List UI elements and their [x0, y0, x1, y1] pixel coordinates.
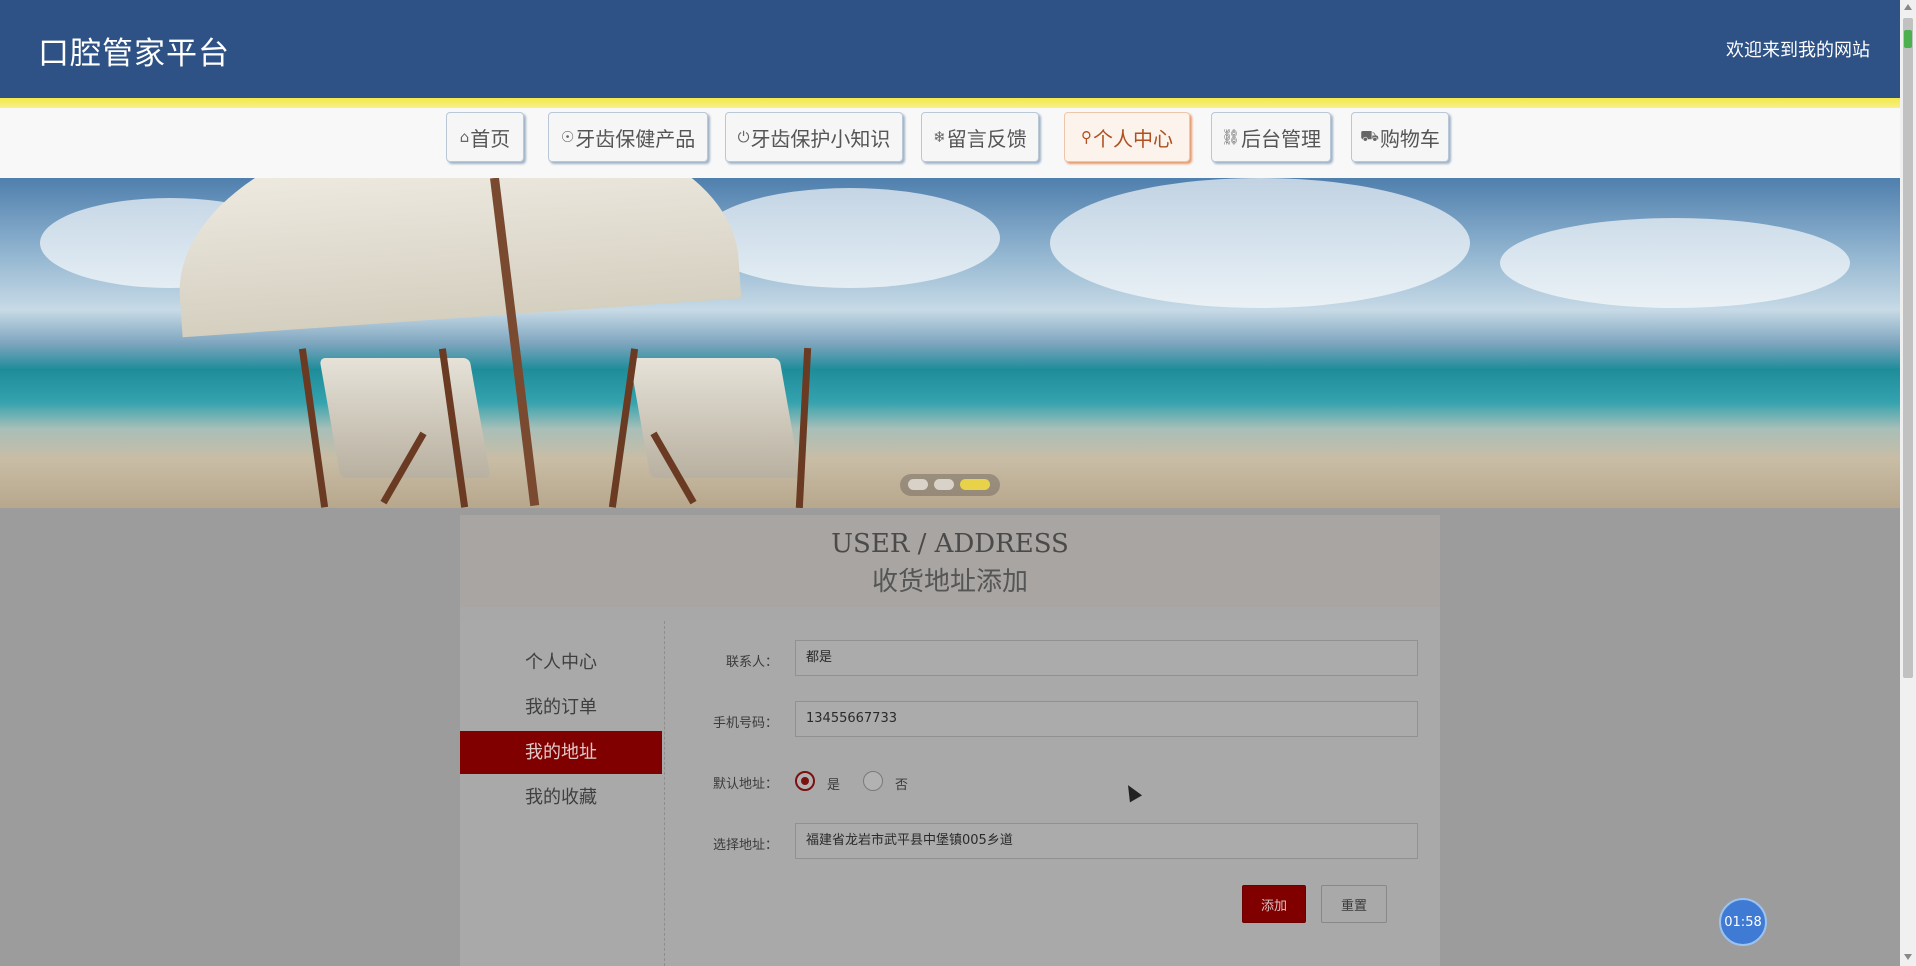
nav-cart[interactable]: ⛟ 购物车 [1351, 112, 1449, 162]
reset-button[interactable]: 重置 [1321, 885, 1387, 923]
sidebar-item-user-center[interactable]: 个人中心 [460, 641, 662, 684]
header-accent-bar [0, 98, 1900, 108]
default-no-label: 否 [895, 778, 909, 793]
nav-admin-label: 后台管理 [1241, 126, 1322, 151]
scroll-thumb[interactable] [1903, 18, 1913, 678]
knowledge-icon: ⏻ [737, 128, 750, 146]
sidebar-item-favorites[interactable]: 我的收藏 [460, 776, 662, 819]
home-icon: ⌂ [459, 128, 470, 146]
feedback-icon: ❄ [933, 128, 946, 146]
product-icon: ☉ [560, 128, 575, 146]
sidebar-item-orders[interactable]: 我的订单 [460, 686, 662, 729]
add-button[interactable]: 添加 [1242, 885, 1306, 923]
phone-field[interactable]: 13455667733 [795, 701, 1418, 737]
nav-cart-label: 购物车 [1379, 126, 1440, 151]
default-no-radio[interactable] [863, 771, 883, 791]
page-scrollbar[interactable] [1900, 0, 1916, 966]
welcome-text: 欢迎来到我的网站 [1726, 40, 1870, 61]
carousel-dot[interactable] [908, 479, 928, 490]
banner-cloud [1500, 218, 1850, 308]
carousel-dot[interactable] [934, 479, 954, 490]
banner-umbrella [168, 178, 742, 338]
nav-feedback-label: 留言反馈 [946, 126, 1027, 151]
site-header: 口腔管家平台 欢迎来到我的网站 [0, 0, 1900, 98]
phone-label: 手机号码： [712, 716, 778, 731]
sidebar-item-address[interactable]: 我的地址 [460, 731, 662, 774]
banner-cloud [700, 188, 1000, 288]
nav-user-center-label: 个人中心 [1093, 126, 1173, 151]
nav-feedback[interactable]: ❄ 留言反馈 [921, 112, 1039, 162]
select-address-label: 选择地址： [712, 838, 778, 853]
nav-user-center[interactable]: ⚲ 个人中心 [1064, 112, 1190, 162]
hero-banner[interactable] [0, 178, 1900, 508]
contact-label: 联系人： [725, 655, 778, 670]
link-icon: ⛓ [1220, 128, 1241, 146]
address-field[interactable]: 福建省龙岩市武平县中堡镇005乡道 [795, 823, 1418, 859]
main-nav: ⌂ 首页 ☉ 牙齿保健产品 ⏻ 牙齿保护小知识 ❄ 留言反馈 ⚲ 个人中心 ⛓ 后台管理 ⛟… [0, 108, 1900, 178]
default-yes-label: 是 [827, 778, 841, 793]
nav-admin[interactable]: ⛓ 后台管理 [1211, 112, 1331, 162]
user-sidebar: 个人中心 我的订单 我的地址 我的收藏 [460, 621, 665, 966]
default-yes-radio[interactable] [795, 771, 815, 791]
scroll-up-icon[interactable] [1904, 4, 1912, 10]
site-title[interactable]: 口腔管家平台 [38, 28, 230, 73]
banner-cloud [1050, 178, 1470, 308]
default-address-label: 默认地址： [712, 777, 778, 792]
page-heading: USER / ADDRESS 收货地址添加 [460, 515, 1440, 607]
banner-chair [298, 348, 510, 508]
nav-home-label: 首页 [470, 126, 511, 151]
cart-icon: ⛟ [1360, 127, 1379, 145]
nav-home[interactable]: ⌂ 首页 [446, 112, 524, 162]
address-form: 联系人： 都是 手机号码： 13455667733 默认地址： 是 否 选择地址… [665, 621, 1440, 966]
user-icon: ⚲ [1081, 128, 1092, 146]
nav-knowledge-label: 牙齿保护小知识 [750, 126, 891, 151]
carousel-dot-active[interactable] [960, 479, 990, 490]
scroll-indicator [1904, 30, 1912, 48]
nav-products[interactable]: ☉ 牙齿保健产品 [548, 112, 708, 162]
scroll-down-icon[interactable] [1904, 954, 1912, 960]
page-title-en: USER / ADDRESS [831, 529, 1069, 559]
page-title-cn: 收货地址添加 [871, 567, 1028, 597]
banner-chair [608, 347, 820, 508]
contact-field[interactable]: 都是 [795, 640, 1418, 676]
timer-badge[interactable]: 01:58 [1719, 898, 1767, 946]
carousel-indicators [900, 474, 1000, 496]
nav-knowledge[interactable]: ⏻ 牙齿保护小知识 [725, 112, 903, 162]
nav-products-label: 牙齿保健产品 [575, 126, 696, 151]
